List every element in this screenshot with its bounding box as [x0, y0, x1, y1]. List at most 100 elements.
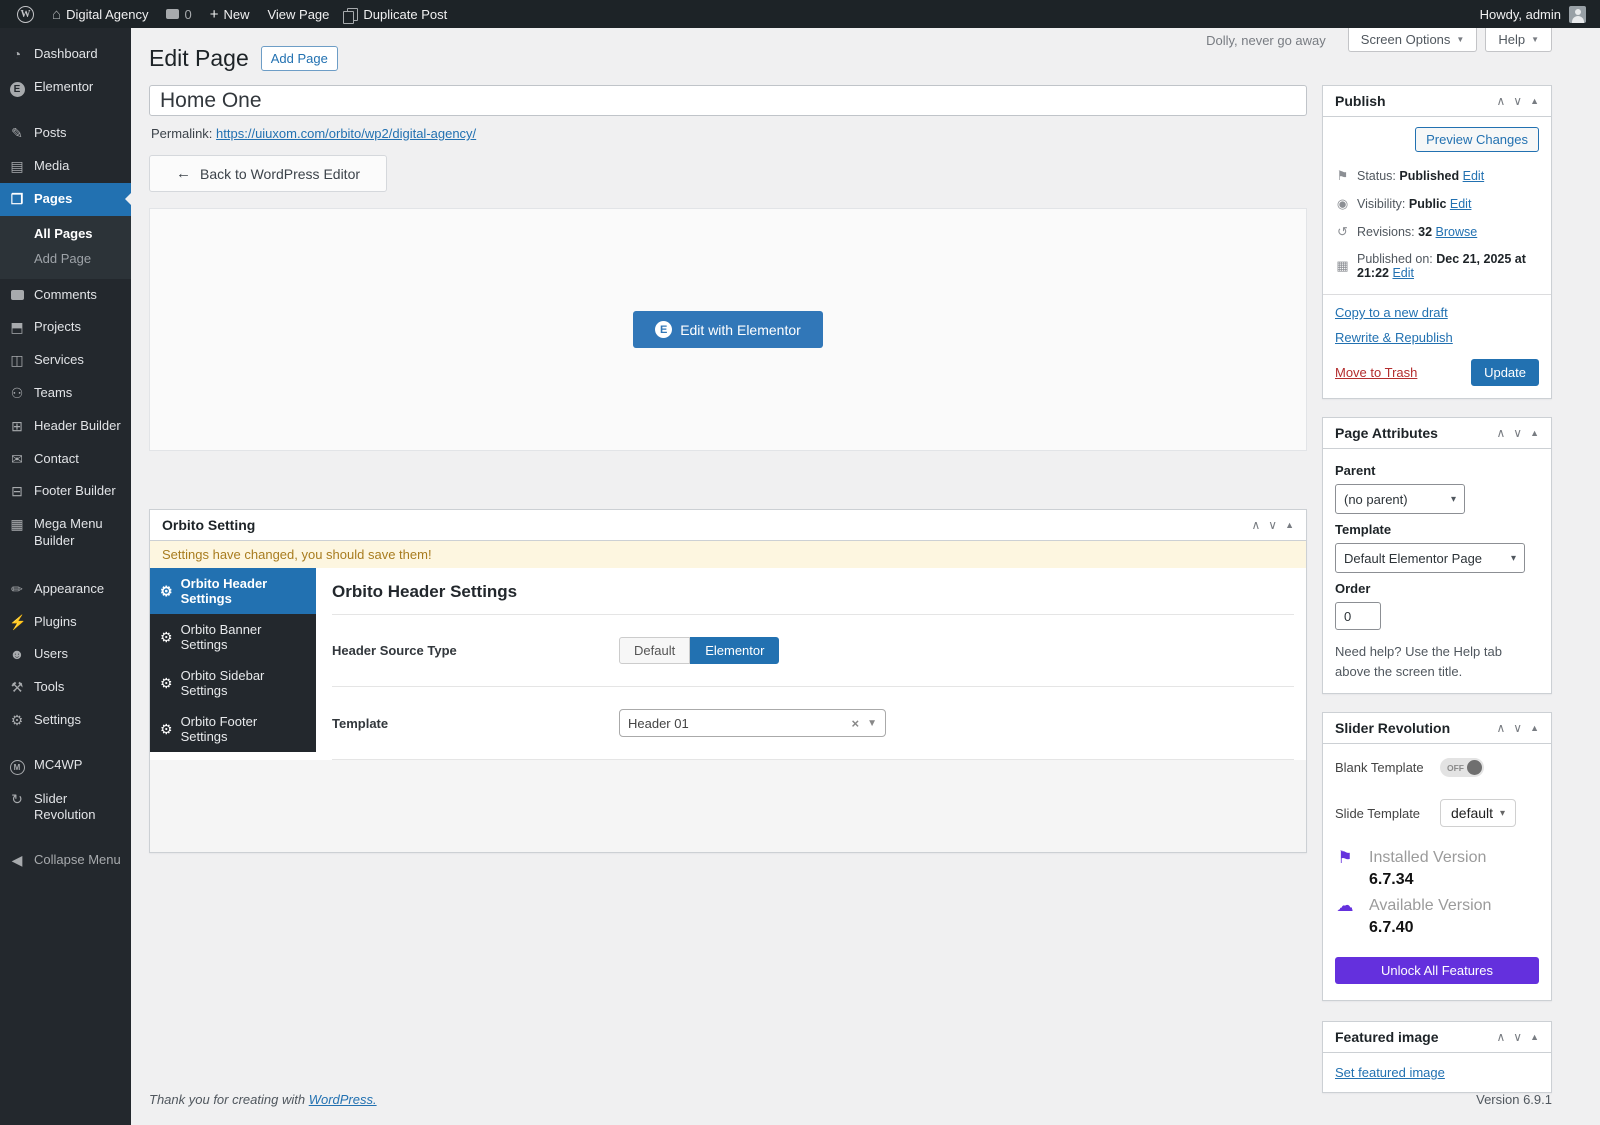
sidebar-item-tools[interactable]: ⚒ Tools [0, 671, 131, 704]
header-source-default-button[interactable]: Default [619, 637, 690, 664]
move-up-icon[interactable]: ∧ [1251, 518, 1260, 532]
submenu-add-page[interactable]: Add Page [0, 246, 131, 271]
clear-selection-icon[interactable]: × [852, 716, 860, 731]
template-attr-select[interactable]: Default Elementor Page ▾ [1335, 543, 1525, 573]
sidebar-item-mc4wp[interactable]: M MC4WP [0, 749, 131, 783]
edit-with-elementor-label: Edit with Elementor [680, 322, 801, 338]
sidebar-item-media[interactable]: ▤ Media [0, 150, 131, 183]
toggle-panel-icon[interactable]: ▲ [1530, 428, 1539, 438]
rewrite-republish-link[interactable]: Rewrite & Republish [1335, 330, 1539, 345]
move-down-icon[interactable]: ∨ [1268, 518, 1277, 532]
move-up-icon[interactable]: ∧ [1496, 1030, 1505, 1044]
set-featured-image-link[interactable]: Set featured image [1335, 1065, 1445, 1080]
toggle-panel-icon[interactable]: ▲ [1285, 520, 1294, 530]
edit-status-link[interactable]: Edit [1463, 169, 1485, 183]
comments-icon [9, 287, 25, 304]
view-page-menu[interactable]: View Page [258, 0, 338, 28]
wordpress-logo-menu[interactable]: W [8, 0, 43, 28]
browse-revisions-link[interactable]: Browse [1436, 225, 1478, 239]
edit-published-on-link[interactable]: Edit [1392, 266, 1414, 280]
sidebar-item-teams[interactable]: ⚇ Teams [0, 377, 131, 410]
wordpress-link[interactable]: WordPress. [309, 1092, 377, 1107]
edit-visibility-link[interactable]: Edit [1450, 197, 1472, 211]
submenu-all-pages[interactable]: All Pages [0, 221, 131, 246]
slide-template-select[interactable]: default ▾ [1440, 799, 1516, 827]
sidebar-item-posts[interactable]: ✎ Posts [0, 117, 131, 150]
sidebar-item-dashboard[interactable]: ◔ Dashboard [0, 38, 131, 71]
move-up-icon[interactable]: ∧ [1496, 721, 1505, 735]
copy-to-new-draft-link[interactable]: Copy to a new draft [1335, 305, 1539, 320]
move-to-trash-link[interactable]: Move to Trash [1335, 365, 1417, 380]
parent-select[interactable]: (no parent) ▾ [1335, 484, 1465, 514]
publishing-actions: Move to Trash Update [1323, 359, 1551, 398]
order-label: Order [1335, 581, 1539, 596]
screen-options-label: Screen Options [1361, 32, 1451, 47]
new-content-menu[interactable]: + New [201, 0, 259, 28]
header-source-elementor-button[interactable]: Elementor [690, 637, 779, 664]
move-down-icon[interactable]: ∨ [1513, 426, 1522, 440]
move-down-icon[interactable]: ∨ [1513, 94, 1522, 108]
sidebar-item-plugins[interactable]: ⚡ Plugins [0, 606, 131, 639]
page-title: Edit Page [149, 45, 249, 72]
sidebar-item-footer-builder[interactable]: ⊟ Footer Builder [0, 475, 131, 508]
add-page-button[interactable]: Add Page [261, 46, 338, 71]
postbox-sidebar-column: Publish ∧ ∨ ▲ Preview Changes ⚑ Status: … [1322, 85, 1552, 1111]
edit-with-elementor-button[interactable]: E Edit with Elementor [633, 311, 823, 348]
sidebar-item-comments[interactable]: Comments [0, 279, 131, 312]
toggle-panel-icon[interactable]: ▲ [1530, 1032, 1539, 1042]
move-down-icon[interactable]: ∨ [1513, 1030, 1522, 1044]
template-label: Template [332, 716, 619, 731]
help-label: Help [1498, 32, 1525, 47]
tab-orbito-banner-settings[interactable]: ⚙ Orbito Banner Settings [150, 614, 316, 660]
sidebar-item-pages[interactable]: ❐ Pages [0, 183, 131, 216]
tab-orbito-footer-settings[interactable]: ⚙ Orbito Footer Settings [150, 706, 316, 752]
help-button[interactable]: Help ▼ [1485, 28, 1552, 52]
slider-revolution-header: Slider Revolution ∧ ∨ ▲ [1323, 713, 1551, 744]
toggle-panel-icon[interactable]: ▲ [1530, 723, 1539, 733]
sidebar-item-appearance[interactable]: ✏ Appearance [0, 573, 131, 606]
publish-header: Publish ∧ ∨ ▲ [1323, 86, 1551, 117]
screen-options-button[interactable]: Screen Options ▼ [1348, 28, 1478, 52]
publish-title: Publish [1335, 93, 1386, 109]
duplicate-post-menu[interactable]: Duplicate Post [338, 0, 456, 28]
move-down-icon[interactable]: ∨ [1513, 721, 1522, 735]
tab-orbito-sidebar-settings[interactable]: ⚙ Orbito Sidebar Settings [150, 660, 316, 706]
template-select[interactable]: Header 01 × ▼ [619, 709, 886, 737]
slider-revolution-icon: ↻ [9, 791, 25, 808]
available-version-value: 6.7.40 [1369, 919, 1491, 937]
preview-changes-button[interactable]: Preview Changes [1415, 127, 1539, 152]
publish-metabox: Publish ∧ ∨ ▲ Preview Changes ⚑ Status: … [1322, 85, 1552, 399]
duplicate-post-label: Duplicate Post [363, 7, 447, 22]
sidebar-item-header-builder[interactable]: ⊞ Header Builder [0, 410, 131, 443]
tab-orbito-header-settings[interactable]: ⚙ Orbito Header Settings [150, 568, 316, 614]
sidebar-item-elementor[interactable]: E Elementor [0, 71, 131, 106]
move-up-icon[interactable]: ∧ [1496, 94, 1505, 108]
update-button[interactable]: Update [1471, 359, 1539, 386]
sidebar-item-contact[interactable]: ✉ Contact [0, 443, 131, 476]
sidebar-item-users[interactable]: ☻ Users [0, 638, 131, 671]
featured-image-metabox: Featured image ∧ ∨ ▲ Set featured image [1322, 1021, 1552, 1093]
order-input[interactable] [1335, 602, 1381, 630]
move-up-icon[interactable]: ∧ [1496, 426, 1505, 440]
sidebar-item-projects[interactable]: ⬒ Projects [0, 311, 131, 344]
sidebar-item-slider-revolution[interactable]: ↻ Slider Revolution [0, 783, 131, 832]
collapse-menu-button[interactable]: ◀ Collapse Menu [0, 844, 131, 877]
comments-menu[interactable]: 0 [157, 0, 200, 28]
orbito-body: ⚙ Orbito Header Settings ⚙ Orbito Banner… [150, 568, 1306, 760]
sidebar-item-mega-menu-builder[interactable]: ▦ Mega Menu Builder [0, 508, 131, 557]
parent-label: Parent [1335, 463, 1539, 478]
sidebar-item-settings[interactable]: ⚙ Settings [0, 704, 131, 737]
site-name-menu[interactable]: ⌂ Digital Agency [43, 0, 157, 28]
account-menu[interactable]: Howdy, admin [1480, 6, 1586, 23]
permalink-link[interactable]: https://uiuxom.com/orbito/wp2/digital-ag… [216, 126, 476, 141]
post-title-input[interactable] [149, 85, 1307, 116]
back-to-wordpress-editor-button[interactable]: ← Back to WordPress Editor [149, 155, 387, 192]
toggle-panel-icon[interactable]: ▲ [1530, 96, 1539, 106]
blank-template-toggle[interactable]: OFF [1440, 758, 1484, 777]
footer-builder-icon: ⊟ [9, 483, 25, 500]
unlock-all-features-button[interactable]: Unlock All Features [1335, 957, 1539, 984]
slide-template-value: default [1451, 805, 1493, 821]
sidebar-item-services[interactable]: ◫ Services [0, 344, 131, 377]
orbito-metabox-header: Orbito Setting ∧ ∨ ▲ [150, 510, 1306, 541]
orbito-footer-area [150, 760, 1306, 852]
